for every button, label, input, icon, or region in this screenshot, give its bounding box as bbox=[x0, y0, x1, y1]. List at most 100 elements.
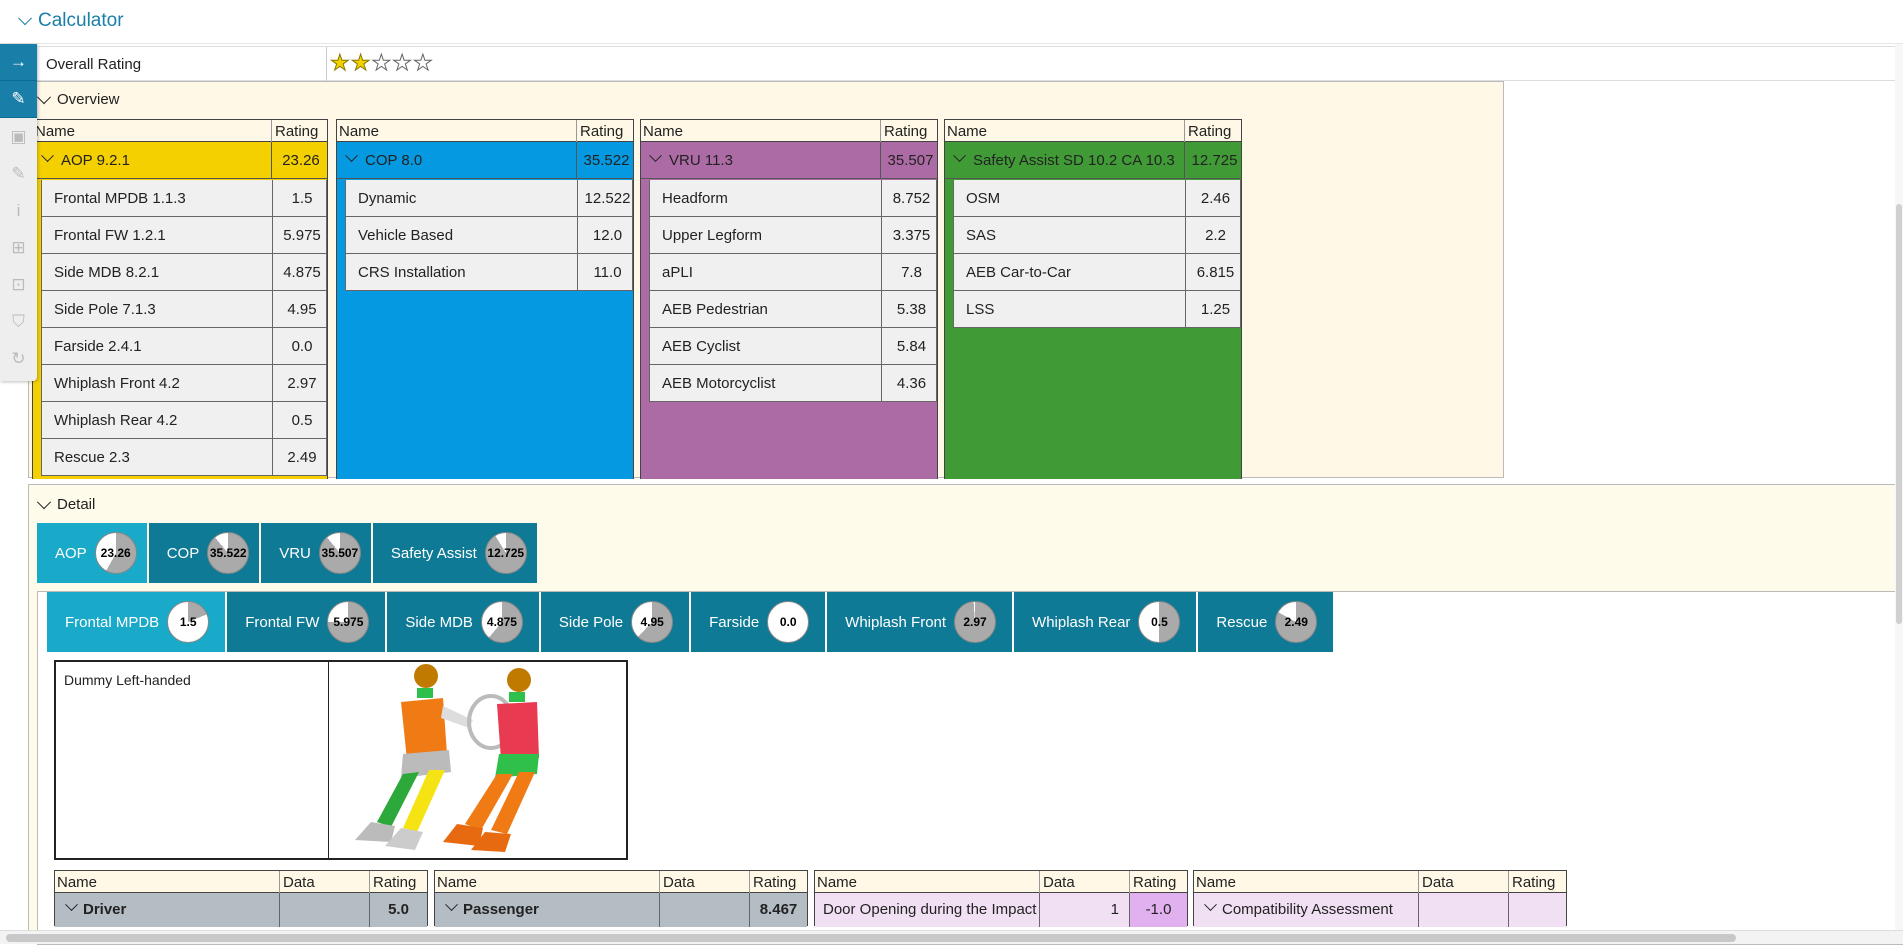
item-rating: 2.2 bbox=[1205, 227, 1226, 244]
item-name: Vehicle Based bbox=[358, 227, 454, 244]
subtab-whiplash-front[interactable]: Whiplash Front 2.97 bbox=[827, 592, 1013, 652]
item-rating: 0.5 bbox=[291, 412, 313, 429]
row-name: Passenger bbox=[463, 901, 539, 918]
list-item[interactable]: Farside 2.4.1 0.0 bbox=[41, 328, 327, 365]
data-table: Name Data Rating Passenger 8.467 bbox=[434, 870, 808, 927]
list-item[interactable]: CRS Installation 11.0 bbox=[345, 254, 633, 291]
list-item[interactable]: Vehicle Based 12.0 bbox=[345, 217, 633, 254]
item-rating: 1.5 bbox=[291, 190, 313, 207]
list-item[interactable]: aPLI 7.8 bbox=[649, 254, 937, 291]
subtab-side-mdb[interactable]: Side MDB 4.875 bbox=[387, 592, 539, 652]
subtab-frontal-fw[interactable]: Frontal FW 5.975 bbox=[227, 592, 386, 652]
item-name: Dynamic bbox=[358, 190, 417, 207]
star-icon: ★ bbox=[412, 50, 433, 75]
item-name: LSS bbox=[966, 301, 995, 318]
item-rating: 8.752 bbox=[892, 190, 931, 207]
subtab-score-badge: 5.975 bbox=[327, 601, 370, 643]
data-table: Name Data Rating Door Opening during the Im… bbox=[814, 870, 1188, 927]
item-name: SAS bbox=[966, 227, 997, 244]
save-button[interactable]: ▣ bbox=[0, 118, 37, 155]
list-item[interactable]: Whiplash Rear 4.2 0.5 bbox=[41, 402, 327, 439]
table-row[interactable]: Driver 5.0 bbox=[55, 893, 427, 927]
arrow-right-button[interactable]: → bbox=[0, 44, 37, 81]
page-title: Calculator bbox=[38, 10, 124, 31]
item-rating: 7.8 bbox=[901, 264, 922, 281]
tab-cop[interactable]: COP 35.522 bbox=[148, 523, 260, 583]
horizontal-scrollbar[interactable] bbox=[0, 930, 1903, 944]
list-item[interactable]: Dynamic 12.522 bbox=[345, 180, 633, 217]
list-item[interactable]: Side MDB 8.2.1 4.875 bbox=[41, 254, 327, 291]
subtab-rescue[interactable]: Rescue 2.49 bbox=[1198, 592, 1334, 652]
subtab-label: Rescue bbox=[1216, 613, 1268, 631]
tab-aop[interactable]: AOP 23.26 bbox=[37, 523, 147, 583]
group-header-row[interactable]: COP 8.0 35.522 bbox=[337, 142, 633, 179]
subtab-label: Frontal FW bbox=[245, 613, 320, 631]
column-header-rating: Rating bbox=[1133, 874, 1177, 891]
overview-toggle[interactable]: Overview bbox=[36, 89, 120, 108]
group-header-row[interactable]: VRU 11.3 35.507 bbox=[641, 142, 937, 179]
table-row[interactable]: Door Opening during the Impact 1 -1.0 bbox=[815, 893, 1187, 927]
list-item[interactable]: AEB Cyclist 5.84 bbox=[649, 328, 937, 365]
item-rating: 6.815 bbox=[1196, 264, 1235, 281]
overall-rating-row: Overall Rating ★ ★ ★ ★ ★ bbox=[30, 46, 1903, 81]
list-item[interactable]: LSS 1.25 bbox=[953, 291, 1241, 328]
item-name: OSM bbox=[966, 190, 1001, 207]
item-name: AEB Pedestrian bbox=[662, 301, 768, 318]
tab-vru[interactable]: VRU 35.507 bbox=[261, 523, 371, 583]
list-item[interactable]: Side Pole 7.1.3 4.95 bbox=[41, 291, 327, 328]
list-item[interactable]: Frontal MPDB 1.1.3 1.5 bbox=[41, 180, 327, 217]
group-header-row[interactable]: Safety Assist SD 10.2 CA 10.3 12.725 bbox=[945, 142, 1241, 179]
table-row[interactable]: Compatibility Assessment bbox=[1194, 893, 1566, 927]
tab-label: COP bbox=[166, 544, 200, 562]
group-rating: 12.725 bbox=[1191, 152, 1238, 169]
detail-section: Detail AOP 23.26 COP 35.522 VRU 35.507 Safety … bbox=[28, 484, 1903, 945]
list-item[interactable]: OSM 2.46 bbox=[953, 180, 1241, 217]
refresh-button[interactable]: ↻ bbox=[0, 340, 37, 377]
row-rating: 5.0 bbox=[370, 893, 427, 927]
item-rating: 2.46 bbox=[1200, 190, 1231, 207]
row-name: Door Opening during the Impact bbox=[823, 901, 1037, 918]
subtab-label: Whiplash Front bbox=[845, 613, 947, 631]
subtab-side-pole[interactable]: Side Pole 4.95 bbox=[540, 592, 690, 652]
list-item[interactable]: AEB Pedestrian 5.38 bbox=[649, 291, 937, 328]
import-button[interactable]: ⊡ bbox=[0, 266, 37, 303]
list-item[interactable]: AEB Motorcyclist 4.36 bbox=[649, 365, 937, 402]
tab-safety-assist[interactable]: Safety Assist 12.725 bbox=[372, 523, 537, 583]
pencil-button[interactable]: ✎ bbox=[0, 81, 37, 118]
row-name: Driver bbox=[83, 901, 127, 918]
calculator-section-toggle[interactable]: Calculator bbox=[17, 10, 124, 32]
subtab-score-badge: 4.875 bbox=[480, 601, 523, 643]
edit-icon: ✎ bbox=[11, 163, 26, 183]
row-rating bbox=[1509, 893, 1566, 927]
item-name: Whiplash Front 4.2 bbox=[54, 375, 180, 392]
edit-button[interactable]: ✎ bbox=[0, 155, 37, 192]
shield-button[interactable]: ⛉ bbox=[0, 303, 37, 340]
list-item[interactable]: Upper Legform 3.375 bbox=[649, 217, 937, 254]
group-header-row[interactable]: AOP 9.2.1 23.26 bbox=[33, 142, 327, 179]
subtab-frontal-mpdb[interactable]: Frontal MPDB 1.5 bbox=[47, 592, 226, 652]
subtab-whiplash-rear[interactable]: Whiplash Rear 0.5 bbox=[1014, 592, 1197, 652]
row-rating: -1.0 bbox=[1130, 893, 1187, 927]
shield-icon: ⛉ bbox=[12, 311, 25, 331]
list-item[interactable]: SAS 2.2 bbox=[953, 217, 1241, 254]
list-item[interactable]: Whiplash Front 4.2 2.97 bbox=[41, 365, 327, 402]
chevron-down-icon bbox=[36, 89, 52, 104]
list-item[interactable]: AEB Car-to-Car 6.815 bbox=[953, 254, 1241, 291]
star-icon: ★ bbox=[392, 50, 413, 75]
list-item[interactable]: Headform 8.752 bbox=[649, 180, 937, 217]
item-name: Headform bbox=[662, 190, 728, 207]
vertical-scrollbar[interactable] bbox=[1895, 44, 1903, 930]
data-table: Name Data Rating Compatibility Assessment bbox=[1193, 870, 1567, 927]
tab-score-badge: 35.507 bbox=[318, 532, 361, 574]
list-item[interactable]: Rescue 2.3 2.49 bbox=[41, 439, 327, 476]
list-item[interactable]: Frontal FW 1.2.1 5.975 bbox=[41, 217, 327, 254]
item-rating: 12.522 bbox=[584, 190, 631, 207]
detail-toggle[interactable]: Detail bbox=[36, 494, 95, 513]
table-row[interactable]: Passenger 8.467 bbox=[435, 893, 807, 927]
chevron-down-icon bbox=[65, 898, 78, 912]
info-icon: i bbox=[16, 200, 21, 220]
info-button[interactable]: i bbox=[0, 192, 37, 229]
pencil-icon: ✎ bbox=[11, 89, 26, 108]
add-file-button[interactable]: ⊞ bbox=[0, 229, 37, 266]
subtab-farside[interactable]: Farside 0.0 bbox=[691, 592, 826, 652]
